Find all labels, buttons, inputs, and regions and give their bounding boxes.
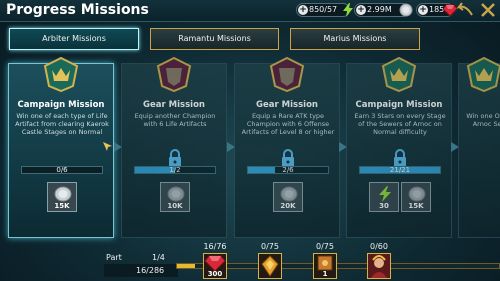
mission-card[interactable]: Win one Offense Arnoc Secon (458, 56, 500, 238)
mission-progress-bar: 0/6 (21, 166, 103, 174)
tab-ramantu-missions[interactable]: Ramantu Missions (150, 28, 279, 50)
mission-card[interactable]: Campaign Mission Earn 3 Stars on every S… (346, 56, 452, 238)
reward-slot[interactable]: 20K (273, 182, 303, 212)
mission-description: Equip another Champion with 6 Life Artif… (134, 112, 216, 128)
reward-value: 15K (54, 202, 70, 210)
progress-label: 21/21 (389, 166, 411, 174)
mission-card[interactable]: Gear Mission Equip a Rare ATK type Champ… (234, 56, 340, 238)
energy-counter[interactable]: + 850/57 (296, 3, 353, 17)
mission-title: Gear Mission (256, 100, 318, 110)
lock-icon (394, 149, 406, 167)
milestone-qty: 1 (322, 270, 328, 278)
mission-description: Win one of each type of Life Artifact fr… (15, 112, 109, 136)
gear-crest-icon (156, 56, 192, 92)
lock-icon (169, 149, 181, 167)
milestone-count: 0/60 (370, 242, 388, 251)
progress-label: 2/6 (282, 166, 294, 174)
reward-value: 10K (167, 202, 183, 210)
mission-title: Campaign Mission (355, 100, 443, 110)
reward-slot[interactable]: 15K (47, 182, 77, 212)
mission-description: Win one Offense Arnoc Secon (466, 112, 500, 128)
campaign-crest-icon (43, 56, 79, 92)
mission-title: Gear Mission (143, 100, 205, 110)
silver-value: 2.99M (367, 5, 392, 14)
mission-progress-bar: 1/2 (134, 166, 216, 174)
add-gems-icon[interactable]: + (418, 5, 428, 15)
reward-slot[interactable]: 15K (401, 182, 431, 212)
part-value: 1/4 (152, 253, 165, 262)
ruby-gem-icon (443, 4, 457, 17)
energy-icon (343, 3, 353, 17)
page-title: Progress Missions (6, 2, 149, 18)
mission-description: Equip a Rare ATK type Champion with 6 Of… (241, 112, 335, 136)
champion-portrait-icon (368, 254, 390, 278)
add-silver-icon[interactable]: + (356, 5, 366, 15)
back-arrow-icon[interactable] (456, 1, 474, 19)
silver-coin-icon (280, 186, 298, 202)
reward-slot[interactable]: 30 (369, 182, 399, 212)
top-bar: Progress Missions + 850/57 + 2.99M + 185 (0, 0, 500, 22)
track-fill (177, 264, 196, 268)
points-value: 16/286 (136, 266, 165, 275)
close-icon[interactable] (478, 0, 498, 20)
campaign-crest-icon (466, 56, 500, 92)
milestone-count: 0/75 (261, 242, 279, 251)
energy-icon (379, 186, 391, 202)
milestone-qty: 300 (207, 270, 223, 278)
mission-progress-bar: 2/6 (247, 166, 329, 174)
energy-value: 850/57 (309, 5, 338, 14)
mission-card[interactable]: Campaign Mission Win one of each type of… (8, 56, 114, 238)
reward-slot[interactable]: 10K (160, 182, 190, 212)
mission-description: Earn 3 Stars on every Stage of the Sewer… (354, 112, 446, 136)
part-progress-panel: Part 1/4 16/286 (102, 250, 182, 280)
tab-arbiter-missions[interactable]: Arbiter Missions (9, 28, 139, 50)
milestone-reward[interactable] (367, 253, 391, 279)
part-label: Part (106, 253, 122, 262)
silver-coin-icon (167, 186, 185, 202)
silver-counter[interactable]: + 2.99M (354, 3, 413, 17)
artifact-icon (261, 255, 279, 277)
pointer-cursor-icon (103, 142, 112, 151)
milestone-count: 16/76 (203, 242, 227, 251)
reward-value: 20K (280, 202, 296, 210)
gems-counter[interactable]: + 185 (416, 3, 457, 17)
milestone-count: 0/75 (316, 242, 334, 251)
milestone-reward[interactable]: 1 (313, 253, 337, 279)
reward-value: 30 (379, 202, 389, 210)
gear-crest-icon (269, 56, 305, 92)
tab-marius-missions[interactable]: Marius Missions (290, 28, 420, 50)
progress-label: 1/2 (169, 166, 181, 174)
add-energy-icon[interactable]: + (298, 5, 308, 15)
silver-coin-icon (399, 3, 413, 17)
lock-icon (282, 149, 294, 167)
milestone-reward[interactable]: 300 (203, 253, 227, 279)
gems-value: 185 (429, 5, 445, 14)
silver-coin-icon (54, 186, 72, 202)
silver-coin-icon (408, 186, 426, 202)
progress-label: 0/6 (56, 166, 68, 174)
mission-card[interactable]: Gear Mission Equip another Champion with… (121, 56, 227, 238)
mission-title: Campaign Mission (17, 100, 105, 110)
milestone-reward[interactable] (258, 253, 282, 279)
campaign-crest-icon (381, 56, 417, 92)
reward-value: 15K (408, 202, 424, 210)
mission-progress-bar: 21/21 (359, 166, 441, 174)
